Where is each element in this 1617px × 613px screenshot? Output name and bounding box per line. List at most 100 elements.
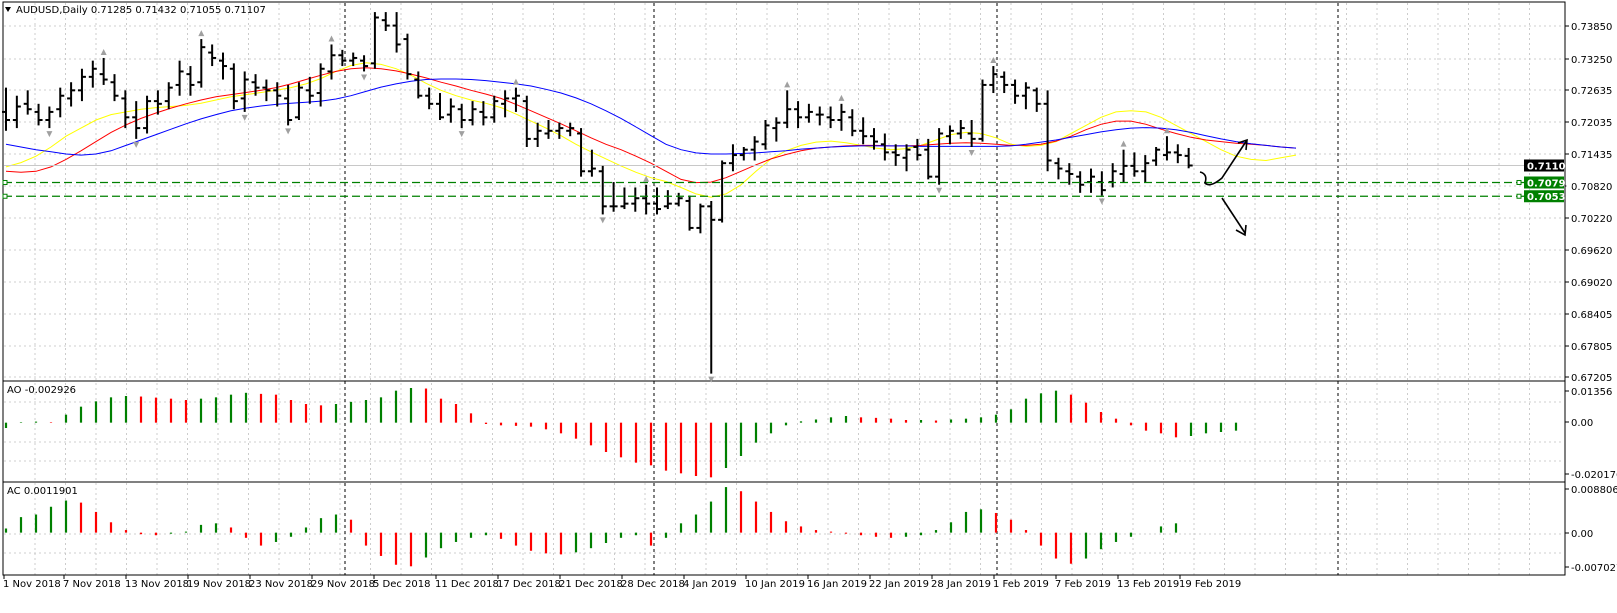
ohlc-bar [1000, 71, 1009, 94]
date-label: 19 Feb 2019 [1179, 579, 1241, 590]
ohlc-bar [56, 87, 65, 118]
ohlc-bar [544, 120, 553, 139]
price-scale-label: 0.73850 [1571, 22, 1612, 33]
ohlc-bar [674, 192, 683, 207]
price-scale-label: 0.69620 [1571, 246, 1612, 257]
symbol-menu-triangle-icon[interactable] [5, 7, 11, 12]
ohlc-bar [642, 184, 651, 215]
date-label: 5 Dec 2018 [373, 579, 431, 590]
fractal-up-icon [512, 78, 519, 85]
price-tag-label: 0.70537 [1527, 192, 1573, 203]
ohlc-bar [1054, 157, 1063, 180]
ohlc-bar [446, 98, 455, 123]
ohlc-bar [77, 68, 86, 102]
date-label: 17 Dec 2018 [497, 579, 561, 590]
fractal-up-icon [838, 94, 845, 101]
ohlc-bar [164, 82, 173, 110]
date-label: 7 Nov 2018 [63, 579, 121, 590]
ohlc-bar [197, 39, 206, 88]
date-label: 28 Jan 2019 [931, 579, 991, 590]
ohlc-bar [1141, 155, 1150, 183]
ao-scale: 0.01356 0.00 -0.020176 [1565, 387, 1617, 481]
date-label: 13 Feb 2019 [1117, 579, 1179, 590]
ao-scale-label: 0.01356 [1571, 387, 1612, 398]
ohlc-bars [2, 12, 1193, 374]
ohlc-bar [99, 57, 108, 85]
ohlc-bar [718, 160, 727, 223]
date-label: 22 Jan 2019 [869, 579, 929, 590]
ohlc-bar [67, 82, 76, 107]
up-arrow-drawing[interactable] [1199, 139, 1248, 186]
date-label: 1 Nov 2018 [3, 579, 61, 590]
fractal-down-icon [241, 114, 248, 121]
level-handle [1516, 179, 1522, 185]
ohlc-bar [956, 120, 965, 139]
ohlc-bar [381, 12, 390, 31]
fractal-down-icon [968, 149, 975, 156]
down-arrow-drawing[interactable] [1221, 197, 1246, 234]
ac-header: AC 0.0011901 [7, 486, 78, 497]
price-scale-label: 0.69020 [1571, 278, 1612, 289]
ac-panel[interactable] [2, 481, 1566, 576]
moving-averages [4, 62, 1564, 198]
horizontal-levels[interactable] [2, 179, 1564, 199]
date-label: 1 Feb 2019 [993, 579, 1049, 590]
ohlc-bar [1043, 90, 1052, 172]
ohlc-bar [436, 93, 444, 121]
price-scale-label: 0.72635 [1571, 86, 1612, 97]
ohlc-bar [533, 122, 542, 147]
ohlc-bar [110, 74, 119, 102]
ohlc-bar [663, 190, 672, 210]
ohlc-bar [490, 95, 499, 123]
fractal-down-icon [46, 131, 53, 138]
date-label: 19 Nov 2018 [187, 579, 251, 590]
fractal-up-icon [990, 57, 997, 64]
fractal-down-icon [936, 187, 943, 194]
ohlc-bar [305, 76, 314, 104]
ohlc-bar [219, 52, 227, 80]
ohlc-bar [859, 117, 868, 145]
ohlc-bar [23, 90, 32, 115]
fractal-down-icon [133, 141, 140, 148]
date-label: 13 Nov 2018 [125, 579, 189, 590]
price-tag-label: 0.70792 [1527, 178, 1573, 189]
fractal-up-icon [328, 35, 335, 42]
period-separators [344, 3, 1339, 575]
ohlc-bar [609, 182, 618, 212]
ohlc-bar [1097, 171, 1106, 196]
ohlc-bar [848, 109, 857, 137]
ohlc-bar [935, 128, 944, 185]
date-label: 11 Dec 2018 [435, 579, 499, 590]
price-scale-label: 0.70220 [1571, 214, 1612, 225]
ohlc-bar [870, 128, 878, 150]
ohlc-bar [794, 101, 803, 129]
ohlc-bar [631, 187, 640, 212]
ohlc-bar [1130, 152, 1139, 177]
accelerator-oscillator-histogram [4, 487, 1178, 567]
ac-scale-label: 0.0088061 [1571, 485, 1617, 496]
ohlc-bar [913, 138, 922, 161]
ohlc-bar [989, 66, 998, 94]
date-scale[interactable]: 1 Nov 2018 7 Nov 2018 13 Nov 201819 Nov 20… [3, 575, 1241, 590]
ohlc-bar [1162, 136, 1171, 161]
ohlc-bar [1021, 82, 1030, 110]
price-scale-label: 0.70820 [1571, 182, 1612, 193]
ohlc-bar [240, 71, 249, 112]
ohlc-bar [1032, 87, 1041, 112]
ohlc-bar [783, 90, 792, 129]
fractal-markers [46, 30, 1170, 383]
trading-chart[interactable]: AUDUSD,Daily 0.71285 0.71432 0.71055 0.7… [0, 0, 1617, 613]
ohlc-bar [750, 136, 759, 161]
ohlc-bar [1087, 168, 1095, 193]
ohlc-bar [392, 12, 401, 53]
ao-panel[interactable] [2, 380, 1566, 483]
ohlc-bar [316, 63, 325, 107]
ohlc-bar [1152, 146, 1161, 166]
ohlc-bar [620, 187, 629, 210]
price-scale-label: 0.73250 [1571, 55, 1612, 66]
ohlc-bar [815, 106, 824, 126]
ohlc-bar [132, 101, 141, 139]
fractal-down-icon [1098, 198, 1105, 205]
ohlc-bar [175, 60, 184, 96]
price-scale-label: 0.67205 [1571, 373, 1612, 384]
